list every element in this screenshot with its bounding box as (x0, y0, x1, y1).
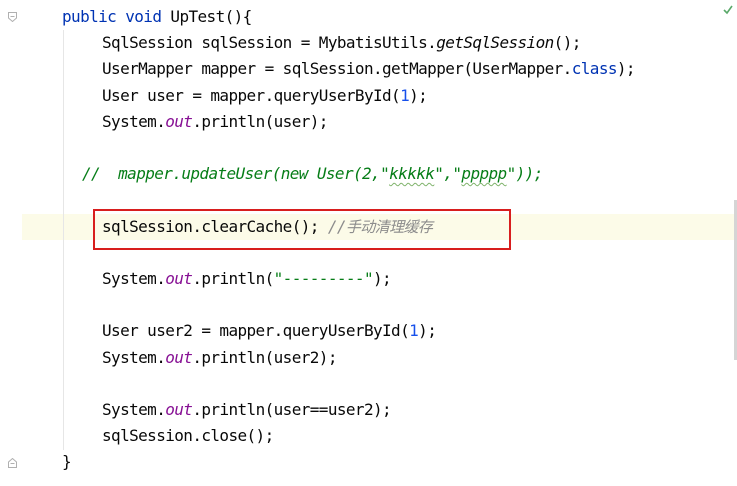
code-token: User user2 = mapper.queryUserById( (102, 321, 410, 341)
code-token: kkkkk (389, 164, 435, 184)
editor-gutter[interactable] (0, 0, 22, 486)
fold-expand-icon[interactable] (8, 458, 17, 468)
code-token: System. (102, 111, 166, 131)
code-token: ppppp (461, 164, 507, 184)
code-token: SqlSession sqlSession = MybatisUtils. (102, 33, 437, 53)
code-token: out (165, 111, 193, 131)
code-token: ); (409, 85, 428, 105)
code-token: System. (102, 269, 166, 288)
fold-collapse-icon[interactable] (8, 12, 17, 22)
code-token: .println( (192, 269, 274, 288)
code-line[interactable]: User user = mapper.queryUserById(1); (22, 83, 428, 109)
code-token: .println(user==user2); (192, 400, 392, 419)
code-token: out (165, 347, 193, 367)
code-line[interactable]: System.out.println("---------"); (22, 266, 392, 292)
code-token: ); (373, 269, 392, 288)
code-token: 1 (400, 85, 410, 105)
code-token: "," (434, 164, 462, 184)
code-line[interactable]: User user2 = mapper.queryUserById(1); (22, 318, 437, 344)
code-line[interactable]: public void UpTest(){ (22, 4, 252, 30)
code-token: ")); (506, 164, 544, 184)
code-token: public void (62, 7, 171, 26)
code-line[interactable]: UserMapper mapper = sqlSession.getMapper… (22, 56, 636, 82)
code-token: UpTest(){ (170, 7, 252, 26)
code-token: System. (102, 347, 166, 367)
code-token: System. (102, 400, 166, 419)
code-token: ); (418, 321, 437, 341)
annotation-highlight-box (93, 209, 511, 250)
code-token: .println(user2); (192, 347, 337, 367)
code-line[interactable]: System.out.println(user); (22, 109, 328, 135)
code-line[interactable]: System.out.println(user2); (22, 345, 337, 371)
code-token: out (165, 269, 193, 288)
code-token: getSqlSession (436, 33, 554, 53)
code-token: ); (616, 59, 636, 79)
code-token: } (62, 452, 72, 472)
code-line[interactable]: SqlSession sqlSession = MybatisUtils.get… (22, 30, 581, 56)
inspection-ok-icon[interactable] (723, 0, 733, 15)
code-token: out (165, 400, 193, 419)
code-token: "---------" (273, 269, 374, 288)
code-line[interactable]: sqlSession.close(); (22, 423, 274, 449)
code-token: (); (553, 33, 582, 53)
code-line[interactable]: // mapper.updateUser(new User(2,"kkkkk",… (22, 161, 543, 187)
code-editor[interactable]: public void UpTest(){SqlSession sqlSessi… (0, 0, 737, 486)
code-token: // mapper.updateUser(new User(2," (82, 164, 390, 184)
code-token: User user = mapper.queryUserById( (102, 85, 401, 105)
code-token: class (571, 59, 618, 79)
code-line[interactable]: } (22, 449, 72, 475)
code-token: UserMapper mapper = sqlSession.getMapper… (102, 59, 572, 79)
code-line[interactable]: System.out.println(user==user2); (22, 397, 392, 423)
code-token: sqlSession.close(); (102, 426, 274, 446)
code-token: 1 (409, 321, 419, 341)
code-token: .println(user); (192, 111, 328, 131)
